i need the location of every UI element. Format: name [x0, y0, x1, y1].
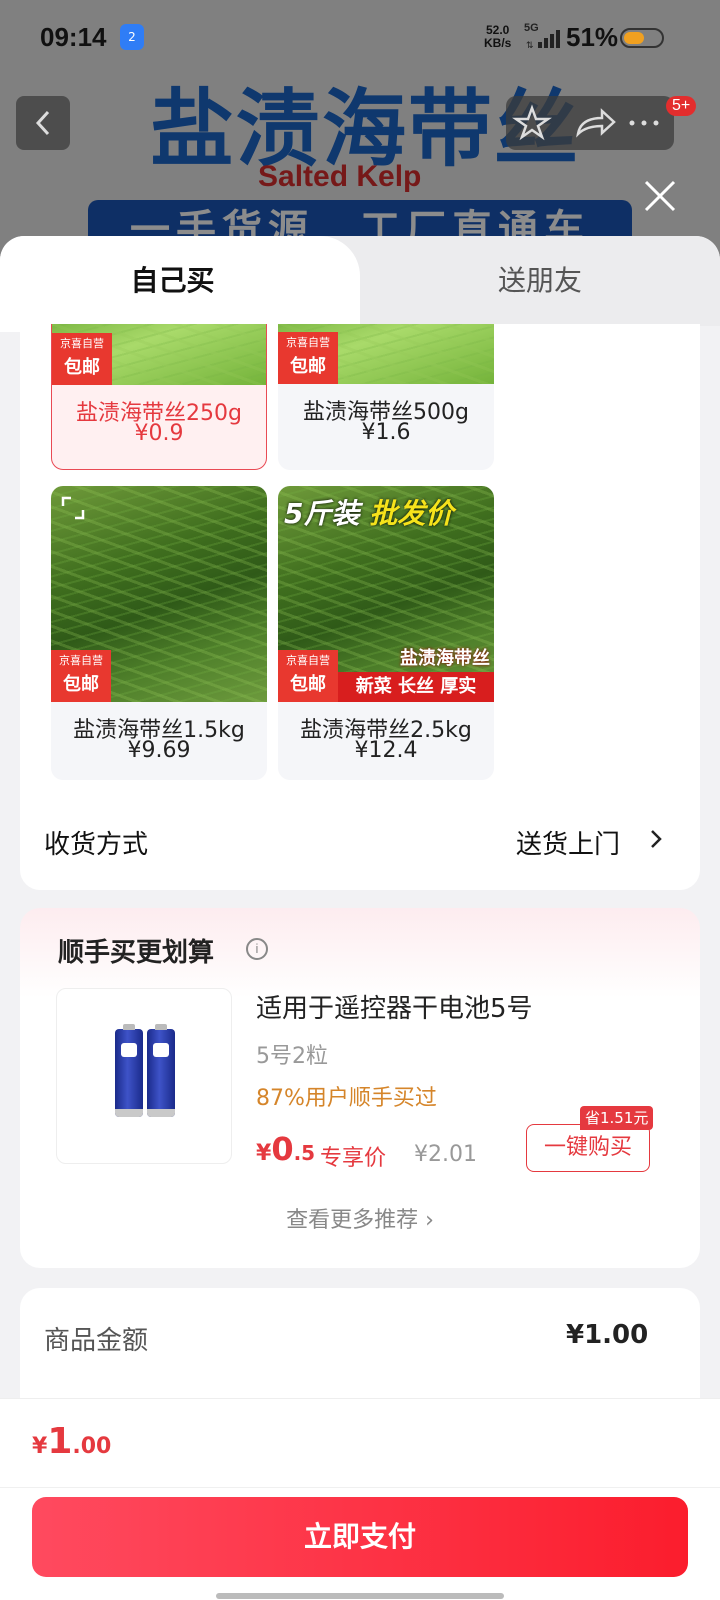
sku-tag: 京喜自营 包邮 [278, 332, 338, 384]
recommendation-image[interactable] [56, 988, 232, 1164]
sku-card: 京喜自营 包邮 盐渍海带丝250g ¥0.9 京喜自营 包邮 盐渍海带丝500g… [20, 324, 700, 890]
chevron-left-icon [35, 110, 50, 136]
divider [0, 1487, 720, 1488]
recommendation-name[interactable]: 适用于遥控器干电池5号 [256, 988, 533, 1025]
signal-icon: 5G ⇅ [524, 22, 562, 50]
delivery-label: 收货方式 [44, 830, 149, 860]
svg-text:⇅: ⇅ [526, 41, 534, 50]
sku-option-1-5kg[interactable]: 京喜自营 包邮 盐渍海带丝1.5kg ¥9.69 [51, 486, 267, 780]
recommendation-spec: 5号2粒 [256, 1044, 328, 1069]
back-button[interactable] [16, 96, 70, 150]
sku-image: 京喜自营 包邮 [52, 324, 266, 385]
save-badge: 省1.51元 [580, 1106, 654, 1130]
recommendation-title: 顺手买更划算 [58, 938, 215, 968]
tab-self-buy[interactable]: 自己买 [0, 236, 345, 326]
status-time: 09:14 [40, 22, 107, 52]
promo-product-label: 盐渍海带丝 [400, 648, 490, 669]
sku-price: ¥0.9 [134, 421, 184, 446]
more-icon[interactable] [629, 120, 659, 126]
top-actions [506, 96, 674, 150]
close-icon[interactable] [640, 176, 680, 216]
info-icon[interactable]: i [246, 938, 268, 960]
sku-price: ¥9.69 [127, 738, 191, 763]
battery-product-icon [147, 1024, 175, 1117]
goods-amount-label: 商品金额 [44, 1326, 149, 1356]
recommendation-social-proof: 87%用户顺手买过 [256, 1086, 437, 1111]
checkout-bar: ¥1.00 立即支付 [0, 1398, 720, 1600]
delivery-method-row[interactable]: 收货方式 送货上门 [20, 824, 700, 890]
original-price: ¥2.01 [414, 1142, 477, 1167]
pay-now-button[interactable]: 立即支付 [32, 1497, 688, 1577]
expand-icon[interactable] [59, 494, 87, 522]
chevron-right-icon [651, 830, 662, 848]
exclusive-price-label: 专享价 [320, 1146, 387, 1171]
status-bar: 09:14 2 52.0 KB/s 5G ⇅ 51% [0, 0, 720, 76]
promo-features: 新菜 长丝 厚实 [338, 672, 494, 702]
goods-amount-value: ¥1.00 [566, 1320, 649, 1350]
star-icon[interactable] [512, 104, 552, 141]
net-speed: 52.0 KB/s [484, 24, 511, 50]
sku-tag: 京喜自营 包邮 [51, 650, 111, 702]
sku-price: ¥12.4 [354, 738, 418, 763]
delivery-value: 送货上门 [516, 830, 621, 860]
sku-option-250g[interactable]: 京喜自营 包邮 盐渍海带丝250g ¥0.9 [51, 324, 267, 470]
one-click-buy-button[interactable]: 一键购买 [526, 1124, 650, 1172]
battery-product-icon [115, 1024, 143, 1117]
amount-card: 商品金额 ¥1.00 [20, 1288, 700, 1408]
hotspot-icon: 2 [120, 24, 144, 50]
recommendation-card: 顺手买更划算 i 适用于遥控器干电池5号 5号2粒 87%用户顺手买过 ¥0.5… [20, 908, 700, 1268]
share-icon[interactable] [576, 108, 616, 138]
promo-headline: 5斤装 批发价 [284, 497, 454, 530]
cart-badge: 5+ [666, 96, 697, 116]
purchase-sheet: 自己买 送朋友 京喜自营 包邮 盐渍海带丝250g ¥0.9 京喜自营 包邮 盐… [0, 236, 720, 1600]
sku-option-2-5kg[interactable]: 5斤装 批发价 盐渍海带丝 新菜 长丝 厚实 京喜自营 包邮 盐渍海带丝2.5k… [278, 486, 494, 780]
sku-image: 5斤装 批发价 盐渍海带丝 新菜 长丝 厚实 京喜自营 包邮 [278, 486, 494, 702]
recommendation-price: ¥0.5 [256, 1130, 316, 1168]
sku-option-500g[interactable]: 京喜自营 包邮 盐渍海带丝500g ¥1.6 [278, 324, 494, 470]
battery-percent: 51% [566, 22, 619, 52]
more-recommendations-link[interactable]: 查看更多推荐 › [20, 1202, 700, 1234]
tab-gift-friend[interactable]: 送朋友 [360, 236, 720, 326]
sku-image: 京喜自营 包邮 [278, 324, 494, 384]
hotspot-count: 2 [128, 30, 136, 44]
sku-tag: 京喜自营 包邮 [278, 650, 338, 702]
battery-icon [620, 28, 664, 48]
purchase-tabs: 自己买 送朋友 [0, 236, 720, 332]
total-price: ¥1.00 [32, 1421, 112, 1462]
sku-image: 京喜自营 包邮 [51, 486, 267, 702]
home-indicator[interactable] [216, 1593, 504, 1599]
sku-tag: 京喜自营 包邮 [52, 333, 112, 385]
net-speed-unit: KB/s [484, 36, 512, 50]
sku-price: ¥1.6 [361, 420, 411, 445]
